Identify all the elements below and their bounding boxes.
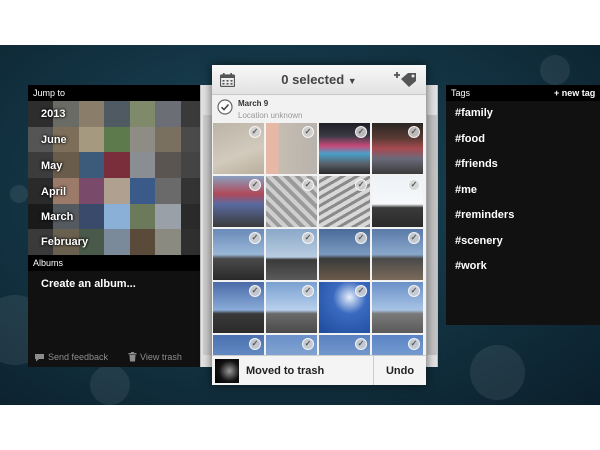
check-icon[interactable]: ✓ — [249, 179, 261, 191]
photo-thumbnail[interactable]: ✓ — [266, 176, 317, 227]
check-icon[interactable]: ✓ — [408, 338, 420, 350]
trash-toast: Moved to trash Undo — [212, 355, 426, 385]
jump-item-february[interactable]: February — [28, 229, 206, 255]
photo-thumbnail[interactable]: ✓ — [372, 123, 423, 174]
center-header: 0 selected ▼ — [212, 65, 426, 95]
toast-message: Moved to trash — [246, 365, 325, 377]
photo-thumbnail[interactable]: ✓ — [213, 176, 264, 227]
chevron-down-icon: ▼ — [347, 76, 357, 86]
tag-item-me[interactable]: #me — [446, 178, 600, 204]
add-tag-icon[interactable] — [392, 71, 418, 89]
left-footer: Send feedback View trash — [28, 347, 206, 367]
check-icon[interactable]: ✓ — [249, 232, 261, 244]
send-feedback-label: Send feedback — [48, 352, 109, 362]
check-icon[interactable]: ✓ — [302, 179, 314, 191]
photo-thumbnail[interactable]: ✓ — [266, 123, 317, 174]
check-icon[interactable]: ✓ — [408, 179, 420, 191]
check-icon[interactable]: ✓ — [302, 232, 314, 244]
trash-icon — [128, 352, 137, 362]
jump-item-april[interactable]: April — [28, 179, 206, 205]
date-title: March 9 — [238, 99, 269, 108]
check-icon[interactable]: ✓ — [355, 338, 367, 350]
photo-thumbnail[interactable]: ✓ — [213, 123, 264, 174]
photo-thumbnail[interactable]: ✓ — [372, 229, 423, 280]
app-background: Jump to 2013 June May April March Februa… — [0, 45, 600, 405]
photo-day-panel: 0 selected ▼ March 9 Location unknown ✓ … — [212, 65, 426, 385]
jump-item-2013[interactable]: 2013 — [28, 101, 206, 127]
check-icon[interactable]: ✓ — [355, 179, 367, 191]
jump-to-header: Jump to — [28, 85, 206, 101]
feedback-icon — [35, 353, 44, 361]
jump-item-march[interactable]: March — [28, 204, 206, 230]
new-tag-button[interactable]: + new tag — [554, 85, 595, 101]
check-icon[interactable] — [217, 99, 233, 115]
date-header: March 9 Location unknown — [212, 95, 426, 123]
photo-thumbnail[interactable]: ✓ — [266, 282, 317, 333]
check-icon[interactable]: ✓ — [355, 126, 367, 138]
toast-thumbnail — [215, 359, 239, 383]
photo-thumbnail[interactable]: ✓ — [319, 282, 370, 333]
photo-thumbnail[interactable]: ✓ — [266, 229, 317, 280]
check-icon[interactable]: ✓ — [302, 126, 314, 138]
jump-item-june[interactable]: June — [28, 127, 206, 153]
tag-item-food[interactable]: #food — [446, 127, 600, 153]
create-album-button[interactable]: Create an album... — [28, 271, 206, 297]
left-panel: Jump to 2013 June May April March Februa… — [28, 85, 206, 367]
check-icon[interactable]: ✓ — [408, 232, 420, 244]
check-icon[interactable]: ✓ — [355, 285, 367, 297]
photo-thumbnail[interactable]: ✓ — [319, 176, 370, 227]
photo-grid: ✓ ✓ ✓ ✓ ✓ ✓ ✓ ✓ ✓ ✓ ✓ ✓ ✓ ✓ ✓ ✓ ✓ ✓ ✓ ✓ — [213, 123, 425, 363]
photo-thumbnail[interactable]: ✓ — [319, 229, 370, 280]
check-icon[interactable]: ✓ — [355, 232, 367, 244]
check-icon[interactable]: ✓ — [302, 285, 314, 297]
tags-header: Tags + new tag — [446, 85, 600, 101]
tag-item-friends[interactable]: #friends — [446, 152, 600, 178]
tag-item-family[interactable]: #family — [446, 101, 600, 127]
view-trash-label: View trash — [140, 352, 182, 362]
undo-button[interactable]: Undo — [373, 356, 426, 385]
tags-panel: Tags + new tag #family #food #friends #m… — [446, 85, 600, 325]
location-label: Location unknown — [238, 111, 303, 120]
check-icon[interactable]: ✓ — [249, 285, 261, 297]
photo-thumbnail[interactable]: ✓ — [372, 176, 423, 227]
photo-thumbnail[interactable]: ✓ — [213, 229, 264, 280]
tag-item-reminders[interactable]: #reminders — [446, 203, 600, 229]
tags-header-label: Tags — [451, 88, 471, 98]
albums-header: Albums — [28, 255, 206, 271]
photo-thumbnail[interactable]: ✓ — [372, 282, 423, 333]
tag-item-scenery[interactable]: #scenery — [446, 229, 600, 255]
photo-thumbnail[interactable]: ✓ — [319, 123, 370, 174]
jump-item-may[interactable]: May — [28, 153, 206, 179]
check-icon[interactable]: ✓ — [249, 126, 261, 138]
check-icon[interactable]: ✓ — [408, 285, 420, 297]
check-icon[interactable]: ✓ — [408, 126, 420, 138]
check-icon[interactable]: ✓ — [249, 338, 261, 350]
check-icon[interactable]: ✓ — [302, 338, 314, 350]
view-trash-link[interactable]: View trash — [128, 347, 182, 367]
photo-thumbnail[interactable]: ✓ — [213, 282, 264, 333]
tag-item-work[interactable]: #work — [446, 254, 600, 280]
selected-count-label: 0 selected — [281, 72, 345, 87]
send-feedback-link[interactable]: Send feedback — [34, 347, 108, 367]
